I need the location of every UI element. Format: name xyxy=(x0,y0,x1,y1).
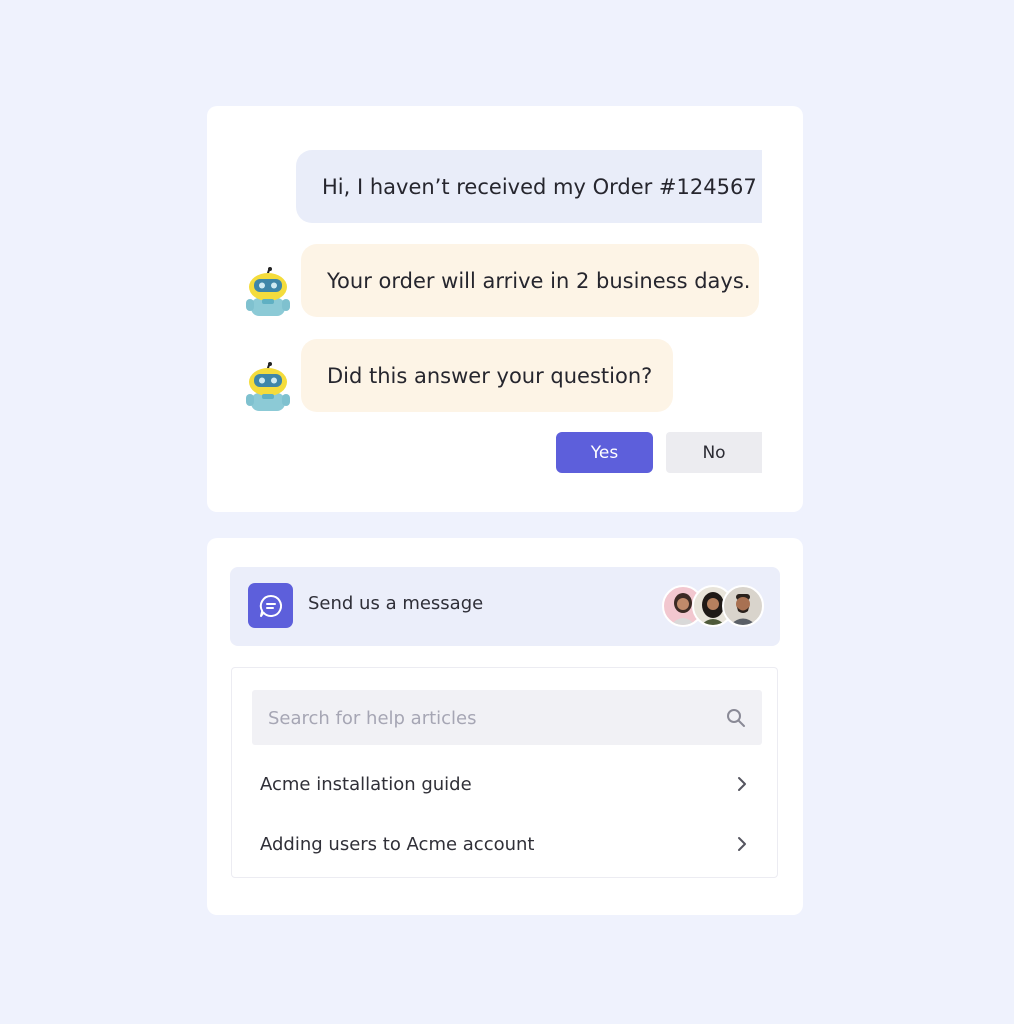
bot-message-text: Your order will arrive in 2 business day… xyxy=(327,268,751,293)
bot-avatar-icon xyxy=(245,266,291,318)
user-message: Hi, I haven’t received my Order #124567 xyxy=(296,150,762,223)
chat-bubble-icon xyxy=(248,583,293,628)
support-team-avatars xyxy=(662,585,764,627)
chevron-right-icon xyxy=(734,836,750,852)
user-message-text: Hi, I haven’t received my Order #124567 xyxy=(322,174,757,199)
bot-message-text: Did this answer your question? xyxy=(327,363,653,388)
chevron-right-icon xyxy=(734,776,750,792)
send-message-button[interactable]: Send us a message xyxy=(230,567,780,646)
article-link[interactable]: Adding users to Acme account xyxy=(260,824,750,864)
search-bar xyxy=(252,690,762,747)
chat-panel: Hi, I haven’t received my Order #124567 … xyxy=(207,106,803,512)
send-message-label: Send us a message xyxy=(308,593,484,614)
help-panel: Send us a message Search for help articl… xyxy=(207,538,803,915)
article-label: Acme installation guide xyxy=(260,773,472,795)
yes-button[interactable]: Yes xyxy=(556,432,653,473)
bot-message: Did this answer your question? xyxy=(301,339,673,412)
avatar xyxy=(722,585,764,627)
bot-avatar-icon xyxy=(245,361,291,413)
article-label: Adding users to Acme account xyxy=(260,833,535,855)
help-articles: Acme installation guide Adding users to … xyxy=(231,667,778,878)
search-input[interactable] xyxy=(266,690,710,747)
no-button[interactable]: No xyxy=(666,432,762,473)
search-icon[interactable] xyxy=(726,708,746,728)
bot-message: Your order will arrive in 2 business day… xyxy=(301,244,759,317)
article-link[interactable]: Acme installation guide xyxy=(260,764,750,804)
